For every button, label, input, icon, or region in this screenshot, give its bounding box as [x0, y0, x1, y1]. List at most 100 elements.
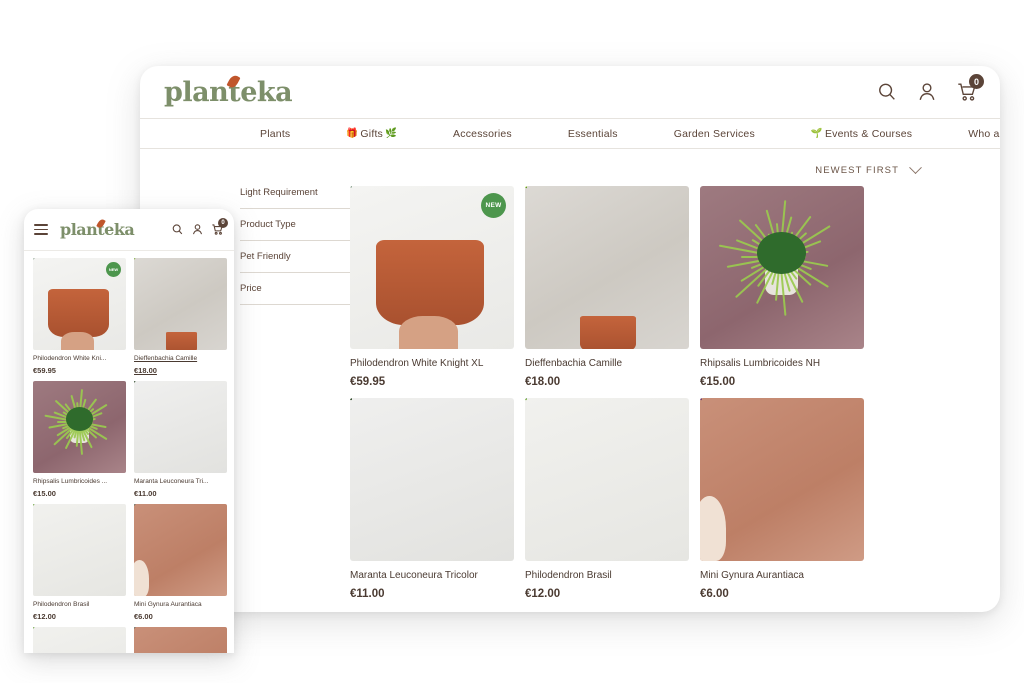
product-card[interactable]: NEW Philodendron White Knight XL €59.95 — [350, 186, 514, 388]
product-card[interactable]: Philodendron Brasil €12.00 — [33, 504, 126, 621]
product-price: €59.95 — [350, 376, 386, 388]
product-thumbnail[interactable]: NEW — [350, 186, 514, 349]
product-thumbnail[interactable] — [33, 504, 126, 596]
product-thumbnail[interactable] — [134, 504, 227, 596]
product-name[interactable]: Mini Gynura Aurantiaca — [700, 570, 864, 581]
nav-item-plants[interactable]: Plants — [260, 128, 290, 140]
product-thumbnail[interactable] — [33, 627, 126, 653]
product-price: €15.00 — [700, 376, 736, 388]
product-price: €59.95 — [33, 366, 56, 375]
product-price: €6.00 — [700, 588, 729, 600]
product-thumbnail[interactable] — [525, 398, 689, 561]
product-listing: NEWEST FIRST NEW Philodendron White Knigh… — [340, 149, 1000, 611]
product-card[interactable]: Maranta Leuconeura Tri... €11.00 — [134, 381, 227, 498]
product-image — [525, 186, 689, 349]
cart-icon[interactable]: 0 — [211, 218, 228, 236]
cart-count-badge: 0 — [969, 74, 984, 89]
product-card[interactable]: Rhipsalis Lumbricoides NH €15.00 — [700, 186, 864, 388]
product-price: €11.00 — [350, 588, 385, 600]
header-icon-group: 0 — [876, 74, 984, 103]
product-name[interactable]: Philodendron Brasil — [525, 570, 689, 581]
nav-icon-before: 🎁 — [346, 127, 359, 139]
mobile-header: planteka 0 — [24, 209, 234, 251]
cart-count-badge: 0 — [218, 218, 228, 228]
new-badge: NEW — [481, 193, 506, 218]
product-name[interactable]: Maranta Leuconeura Tricolor — [350, 570, 514, 581]
product-name[interactable]: Philodendron Brasil — [33, 601, 126, 608]
nav-item-label: Events & Courses — [824, 127, 913, 140]
mobile-logo[interactable]: planteka — [60, 218, 135, 239]
product-grid: NEW Philodendron White Knight XL €59.95 Die… — [344, 186, 974, 600]
chevron-down-icon[interactable] — [909, 161, 922, 175]
nav-item-label: Plants — [260, 127, 291, 140]
filter-label: Product Type — [240, 219, 296, 230]
screenshot-root: planteka 0 Plants 🎁 Gifts 🌿 Accessories … — [0, 0, 1024, 683]
product-card[interactable]: NEW Philodendron White Kni... €59.95 — [33, 258, 126, 375]
product-card[interactable]: Dieffenbachia Camille €18.00 — [525, 186, 689, 388]
nav-item-label: Gifts — [360, 127, 384, 140]
product-thumbnail[interactable] — [134, 381, 227, 473]
product-image — [33, 504, 126, 596]
product-thumbnail[interactable] — [33, 381, 126, 473]
nav-item-accessories[interactable]: Accessories — [453, 128, 512, 140]
logo[interactable]: planteka — [164, 73, 293, 108]
mobile-preview-card: planteka 0 NEW Philodendron White Kni...… — [24, 209, 234, 653]
product-name[interactable]: Dieffenbachia Camille — [134, 355, 227, 362]
product-card[interactable]: Mini Gynura Aurantiaca €6.00 — [700, 398, 864, 600]
product-card[interactable]: Dieffenbachia Camille €18.00 — [134, 258, 227, 375]
account-icon[interactable] — [191, 223, 204, 236]
desktop-body: Light Requirement+Product Type+Pet Frien… — [140, 149, 1000, 611]
product-price: €6.00 — [134, 612, 153, 621]
nav-item-essentials[interactable]: Essentials — [568, 128, 618, 140]
nav-item-label: Essentials — [567, 127, 618, 140]
search-icon[interactable] — [876, 81, 898, 103]
new-badge: NEW — [106, 262, 121, 277]
product-thumbnail[interactable]: NEW — [33, 258, 126, 350]
product-image — [134, 504, 227, 596]
product-image — [134, 381, 227, 473]
search-icon[interactable] — [171, 223, 184, 236]
product-image — [33, 381, 126, 473]
nav-item-who-are-we[interactable]: Who are We? — [968, 128, 1000, 140]
hamburger-icon[interactable] — [34, 224, 48, 235]
product-image — [134, 627, 227, 653]
product-price: €15.00 — [33, 489, 56, 498]
nav-item-label: Who are We? — [968, 127, 1000, 140]
product-card[interactable]: Mini Gynura Aurantiaca €6.00 — [134, 504, 227, 621]
nav-icon-after: 🌿 — [385, 127, 398, 139]
filter-label: Pet Friendly — [240, 251, 291, 262]
nav-item-events-courses[interactable]: 🌱 Events & Courses — [811, 128, 912, 140]
product-image — [700, 186, 864, 349]
product-name[interactable]: Rhipsalis Lumbricoides NH — [700, 358, 864, 369]
product-thumbnail[interactable] — [134, 627, 227, 653]
sort-select-label[interactable]: NEWEST FIRST — [815, 165, 899, 176]
product-card[interactable]: Rhipsalis Lumbricoides ... €15.00 — [33, 381, 126, 498]
product-image — [350, 398, 514, 561]
desktop-header: planteka 0 — [140, 66, 1000, 118]
product-image — [700, 398, 864, 561]
product-card[interactable]: Philodendron Brasil €12.00 — [525, 398, 689, 600]
product-price: €18.00 — [134, 366, 157, 375]
account-icon[interactable] — [916, 81, 938, 103]
sort-bar: NEWEST FIRST — [344, 149, 974, 186]
product-thumbnail[interactable] — [525, 186, 689, 349]
product-price: €12.00 — [33, 612, 56, 621]
product-name[interactable]: Philodendron White Knight XL — [350, 358, 514, 369]
product-thumbnail[interactable] — [134, 258, 227, 350]
nav-item-label: Garden Services — [673, 127, 755, 140]
desktop-preview-card: planteka 0 Plants 🎁 Gifts 🌿 Accessories … — [140, 66, 1000, 612]
product-thumbnail[interactable] — [700, 186, 864, 349]
product-name[interactable]: Dieffenbachia Camille — [525, 358, 689, 369]
nav-item-garden-services[interactable]: Garden Services — [674, 128, 755, 140]
product-image — [33, 627, 126, 653]
product-image — [134, 258, 227, 350]
product-name[interactable]: Philodendron White Kni... — [33, 355, 126, 362]
product-name[interactable]: Mini Gynura Aurantiaca — [134, 601, 227, 608]
product-name[interactable]: Maranta Leuconeura Tri... — [134, 478, 227, 485]
product-name[interactable]: Rhipsalis Lumbricoides ... — [33, 478, 126, 485]
product-thumbnail[interactable] — [700, 398, 864, 561]
cart-icon[interactable]: 0 — [956, 74, 984, 103]
product-card[interactable]: Maranta Leuconeura Tricolor €11.00 — [350, 398, 514, 600]
nav-item-gifts[interactable]: 🎁 Gifts 🌿 — [346, 128, 397, 140]
product-thumbnail[interactable] — [350, 398, 514, 561]
